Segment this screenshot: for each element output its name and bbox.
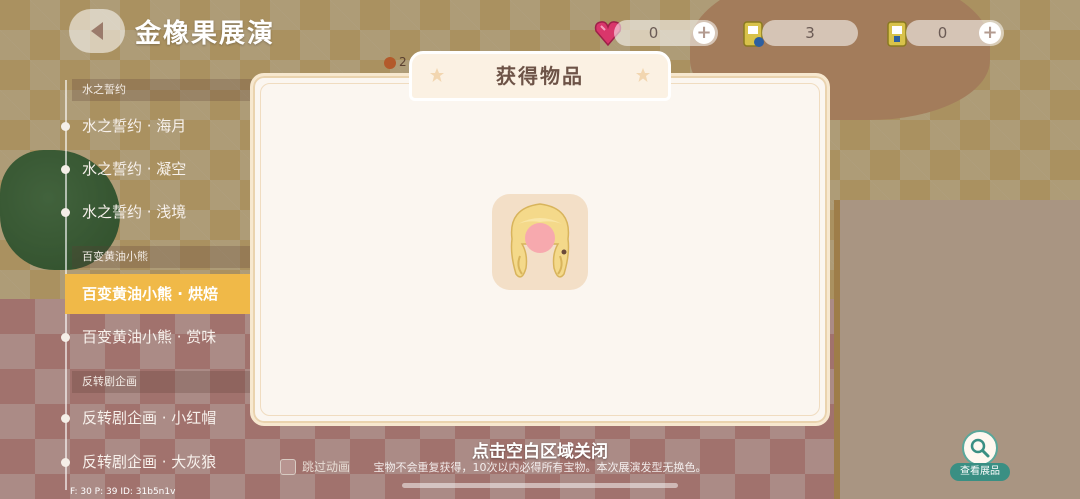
list-item[interactable]: 百变黄油小熊 · 赏味: [60, 317, 260, 357]
section-header: 水之誓约: [72, 79, 262, 101]
list-item[interactable]: 水之誓约 · 海月: [60, 106, 260, 146]
section-header: 百变黄油小熊: [72, 246, 262, 268]
list-item-label: 水之誓约 · 海月: [82, 117, 187, 135]
add-gems-button[interactable]: +: [693, 22, 715, 44]
ticket-a-count: 3: [805, 24, 815, 42]
bullet-icon: [61, 333, 70, 342]
home-indicator[interactable]: [402, 483, 678, 488]
reward-rules-text: 宝物不会重复获得，10次以内必得所有宝物。本次展演发型无换色。: [373, 461, 707, 474]
back-button[interactable]: [69, 9, 125, 53]
clock-icon: [384, 57, 396, 69]
list-item[interactable]: 水之誓约 · 凝空: [60, 149, 260, 189]
list-item-label: 水之誓约 · 凝空: [82, 160, 187, 178]
star-icon: [636, 68, 650, 82]
exhibit-list: 水之誓约 水之誓约 · 海月 水之誓约 · 凝空 水之誓约 · 浅境 百变黄油小…: [60, 70, 262, 490]
bullet-icon: [61, 414, 70, 423]
dialog-title: 获得物品: [496, 64, 584, 88]
list-item[interactable]: 水之誓约 · 浅境: [60, 192, 260, 232]
section-header: 反转剧企画: [72, 371, 262, 393]
bullet-icon: [61, 208, 70, 217]
bullet-icon: [61, 122, 70, 131]
gem-count: 0: [648, 24, 659, 42]
reward-item-tile[interactable]: [492, 194, 588, 290]
list-item-active[interactable]: 百变黄油小熊 · 烘焙: [65, 274, 255, 314]
list-item-label: 百变黄油小熊 · 烘焙: [82, 285, 219, 303]
dialog-title-banner: 获得物品: [409, 51, 671, 101]
gem-counter: 0 +: [614, 20, 718, 46]
page-title: 金橡果展演: [135, 19, 276, 49]
list-item-label: 反转剧企画 · 小红帽: [82, 409, 217, 427]
blonde-hairstyle-item-icon: [510, 203, 570, 278]
timer-text: 2: [399, 55, 407, 69]
bullet-icon: [61, 165, 70, 174]
debug-info: F: 30 P: 39 ID: 31b5n1v: [70, 487, 176, 497]
list-item-label: 百变黄油小熊 · 赏味: [82, 328, 217, 346]
back-arrow-icon: [91, 22, 103, 40]
ticket-a-counter: 3: [762, 20, 858, 46]
ticket-b-count: 0: [937, 24, 948, 42]
add-tickets-button[interactable]: +: [979, 22, 1001, 44]
list-item[interactable]: 反转剧企画 · 小红帽: [60, 398, 260, 438]
ticket-b-counter: 0 +: [906, 20, 1004, 46]
list-item-label: 水之誓约 · 浅境: [82, 203, 187, 221]
